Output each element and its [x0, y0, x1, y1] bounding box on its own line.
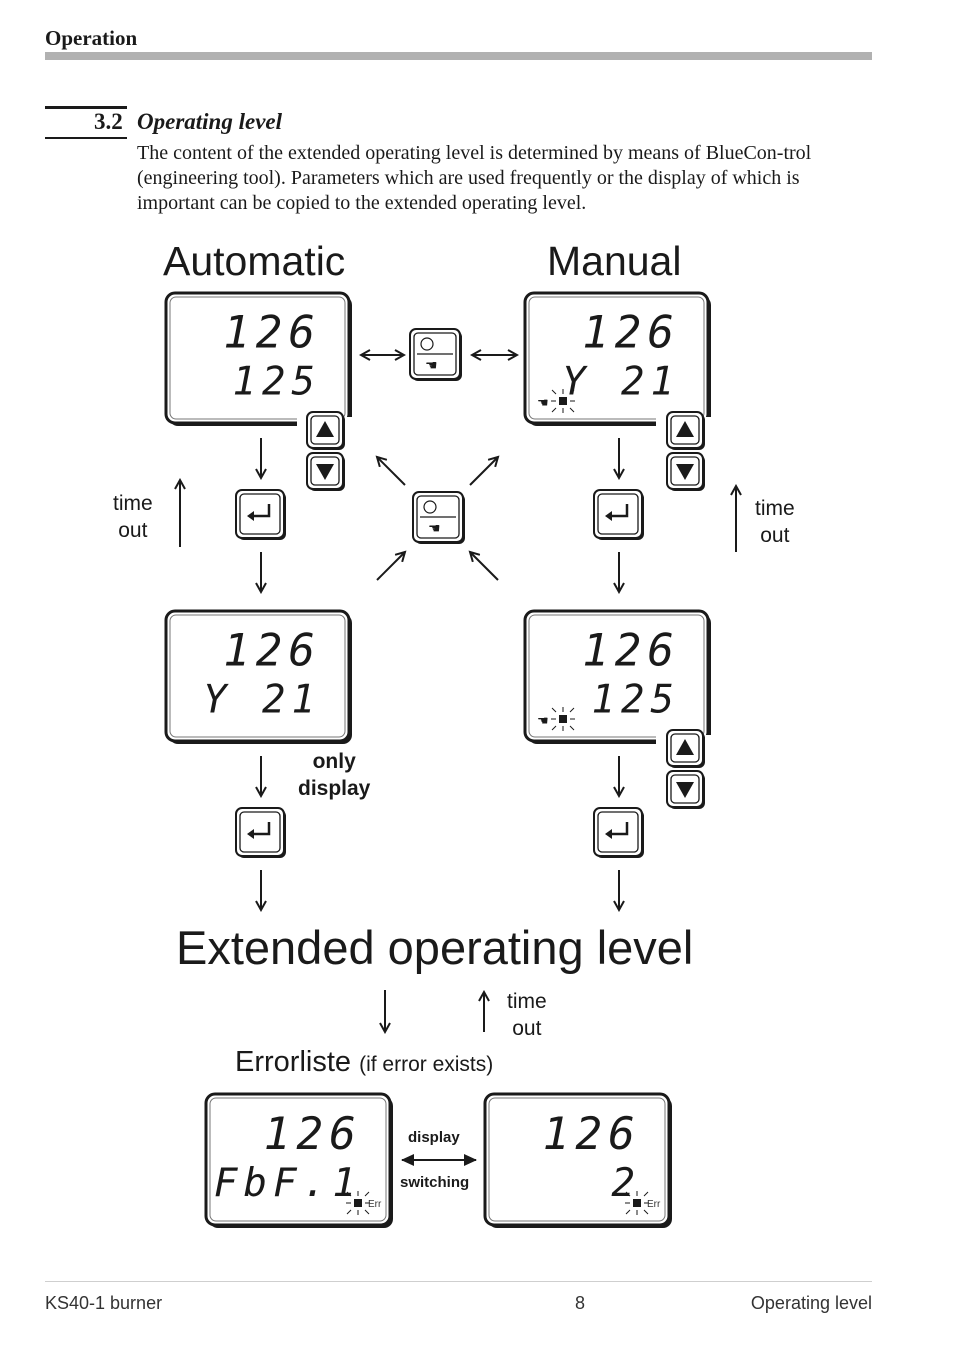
auto-manual-key-icon: ☚ [412, 491, 465, 544]
display-line1: 126 [582, 308, 680, 359]
display-line1: 126 [223, 308, 321, 359]
err-label: Err [368, 1199, 382, 1210]
down-key-icon [666, 452, 705, 491]
lcd-display-auto_top: 126125 [164, 291, 357, 431]
hand-icon: ☚ [425, 358, 438, 374]
footer-product: KS40-1 burner [45, 1293, 163, 1313]
display-line2: 125 [592, 677, 680, 722]
display-line2: 125 [233, 359, 321, 404]
lcd-display-manual_mid: 126125 ☚ [523, 609, 716, 749]
footer-page-number: 8 [575, 1293, 586, 1313]
lcd-display-manual_top: 126Y 21 ☚ [523, 291, 716, 431]
display-line1: 126 [582, 626, 680, 677]
blinking-led-icon [551, 389, 575, 413]
arrow-diag [376, 552, 405, 581]
display-line2: Y 21 [562, 359, 680, 404]
display-line2: Y 21 [203, 677, 321, 722]
hand-icon: ☚ [537, 714, 549, 729]
down-key-icon [666, 770, 705, 809]
key-frame [593, 489, 643, 539]
up-key-icon [666, 729, 705, 768]
key-frame [593, 807, 643, 857]
enter-key-icon [593, 807, 644, 858]
auto-manual-key-icon: ☚ [409, 328, 462, 381]
lcd-display-err_right: 1262 Err [483, 1092, 672, 1228]
enter-key-icon [235, 807, 286, 858]
err-label: Err [647, 1199, 661, 1210]
led-square [633, 1199, 641, 1207]
enter-key-icon [593, 489, 644, 540]
hand-icon: ☚ [428, 521, 441, 537]
arrow-diag [470, 552, 499, 581]
display-line2: FbF.1 [214, 1161, 362, 1206]
led-square [559, 715, 567, 723]
display-line1: 126 [264, 1108, 362, 1160]
operating-level-diagram: 126125126Y 21☚126Y 21126125☚126FbF.1 Err1… [164, 291, 954, 1228]
blinking-led-icon [551, 707, 575, 731]
lcd-display-auto_mid: 126Y 21 [164, 609, 352, 744]
up-key-icon [666, 411, 705, 450]
display-line1: 126 [543, 1108, 641, 1160]
key-frame [235, 489, 285, 539]
led-square [354, 1199, 362, 1207]
lcd-display-err_left: 126FbF.1 Err [204, 1092, 393, 1228]
led-square [559, 397, 567, 405]
down-key-icon [306, 452, 345, 491]
display-line1: 126 [223, 626, 321, 677]
arrow-diag [377, 457, 406, 486]
key-frame [235, 807, 285, 857]
hand-icon: ☚ [537, 396, 549, 411]
enter-key-icon [235, 489, 286, 540]
up-key-icon [306, 411, 345, 450]
footer-section: Operating level [750, 1293, 872, 1313]
footer-rule [45, 1281, 872, 1282]
arrow-diag [469, 457, 498, 486]
